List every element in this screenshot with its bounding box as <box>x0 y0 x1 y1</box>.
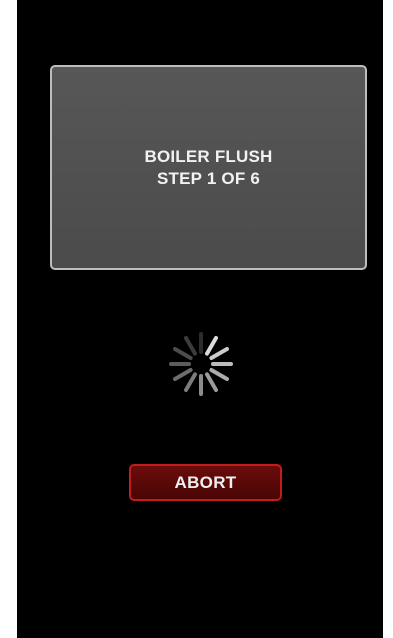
spinner-spoke <box>209 368 229 381</box>
abort-button-label: ABORT <box>174 472 237 492</box>
spinner-spoke <box>173 368 193 381</box>
spinner-spoke <box>184 336 197 356</box>
spinner-spoke <box>209 347 229 360</box>
spinner-spoke <box>173 347 193 360</box>
device-screen: BOILER FLUSH STEP 1 OF 6 ABORT <box>17 0 383 638</box>
spinner-spoke <box>205 336 218 356</box>
process-name-label: BOILER FLUSH <box>144 146 273 166</box>
status-panel: BOILER FLUSH STEP 1 OF 6 <box>50 65 367 270</box>
spinner-spoke <box>184 372 197 392</box>
spinner-spoke <box>205 372 218 392</box>
abort-button[interactable]: ABORT <box>129 464 282 501</box>
step-progress-label: STEP 1 OF 6 <box>157 168 260 188</box>
loading-spinner-icon <box>169 332 233 396</box>
